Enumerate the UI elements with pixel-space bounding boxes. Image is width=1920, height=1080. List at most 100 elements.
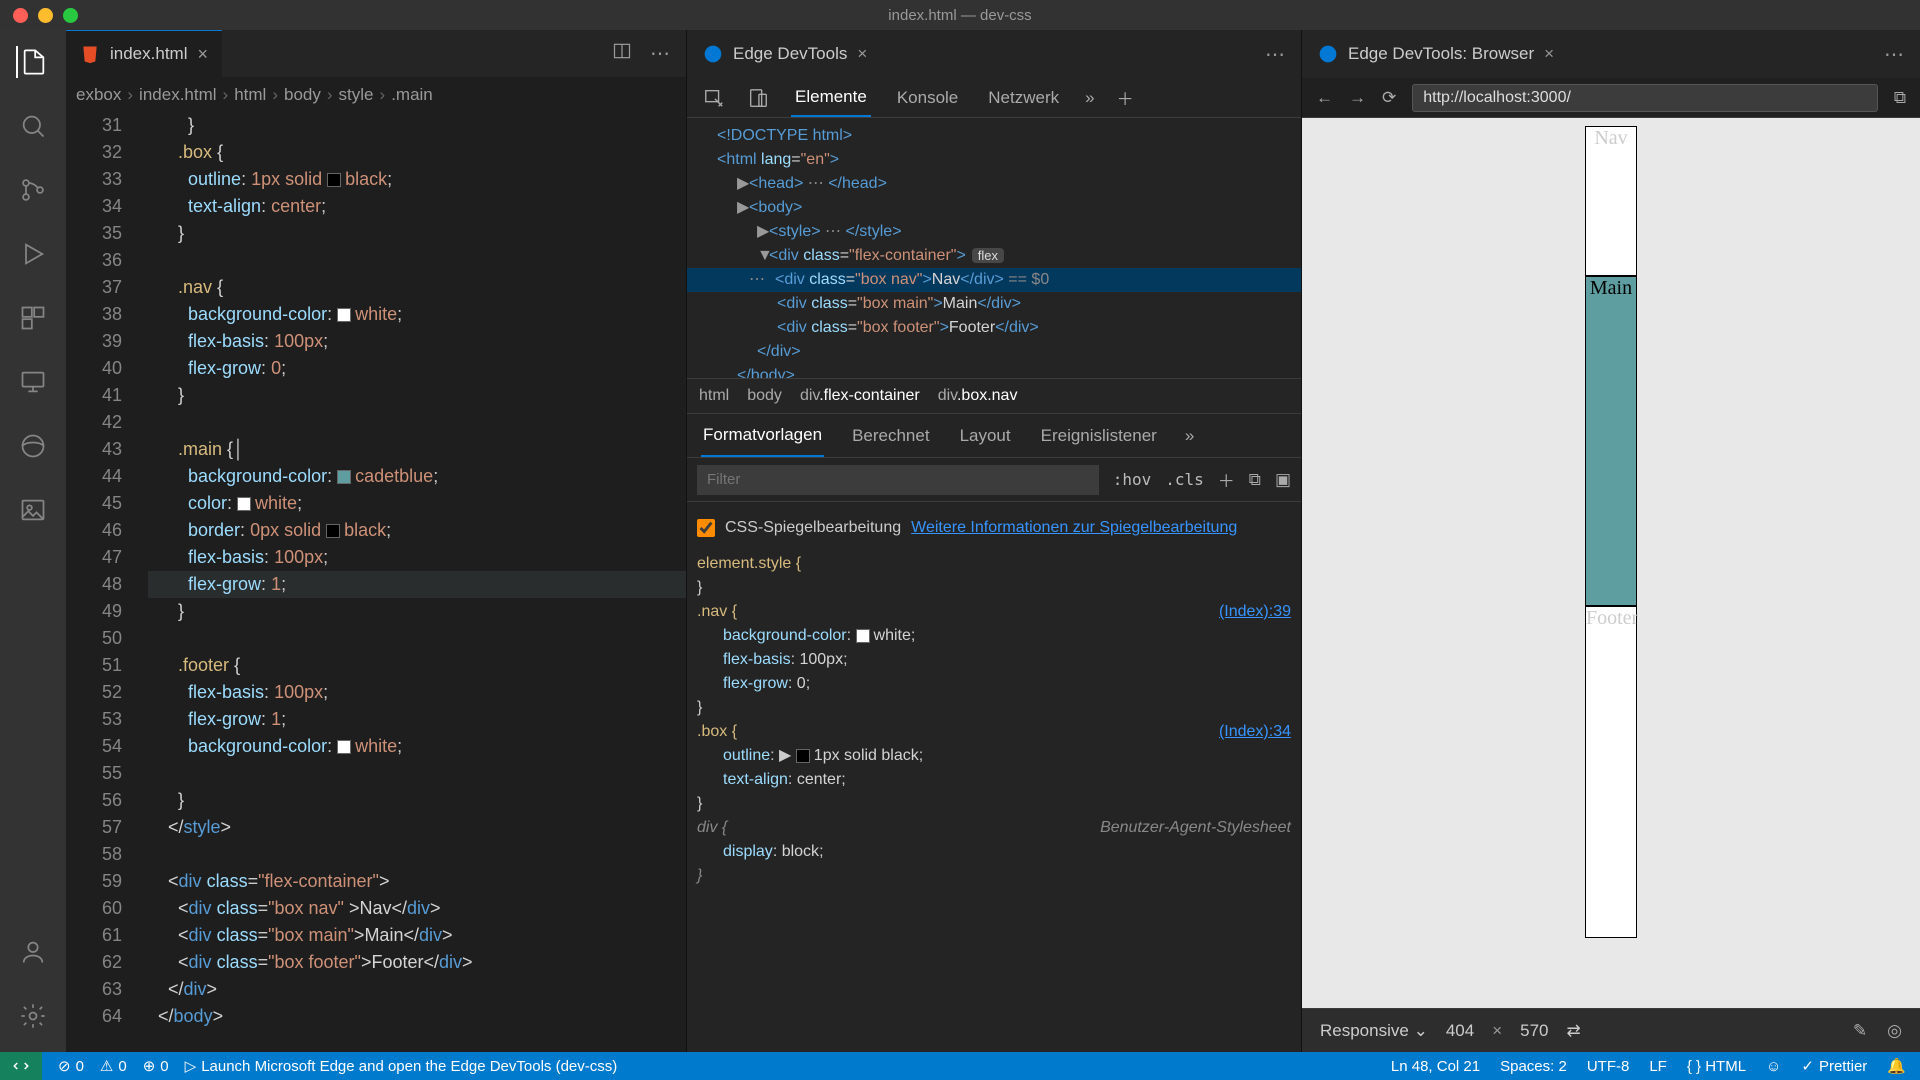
window-titlebar: index.html — dev-css <box>0 0 1920 30</box>
browser-pane: Edge DevTools: Browser × ⋯ ← → ⟳ ⧉ Nav M… <box>1301 30 1920 1052</box>
extensions-icon[interactable] <box>17 302 49 334</box>
editor-tab-index[interactable]: index.html × <box>66 30 222 78</box>
encoding[interactable]: UTF-8 <box>1587 1058 1630 1075</box>
browser-navbar: ← → ⟳ ⧉ <box>1302 78 1920 118</box>
edge-icon <box>1318 44 1338 64</box>
dom-crumb[interactable]: body <box>747 387 782 405</box>
cursor-position[interactable]: Ln 48, Col 21 <box>1391 1058 1480 1075</box>
breadcrumb-item[interactable]: body <box>284 85 321 105</box>
filter-input[interactable] <box>697 465 1099 495</box>
more-icon[interactable]: ⋯ <box>650 41 672 66</box>
errors-count[interactable]: ⊘ 0 <box>58 1057 84 1075</box>
breadcrumb-item[interactable]: style <box>339 85 374 105</box>
network-tab[interactable]: Netzwerk <box>984 80 1063 116</box>
chevron-right-icon[interactable]: » <box>1085 88 1094 108</box>
browser-tab[interactable]: Edge DevTools: Browser × <box>1302 30 1570 78</box>
code-editor[interactable]: 3132333435363738394041424344454647484950… <box>66 112 686 1052</box>
viewport-height[interactable]: 570 <box>1520 1021 1548 1041</box>
dom-crumb[interactable]: div.flex-container <box>800 387 920 405</box>
account-icon[interactable] <box>17 936 49 968</box>
breadcrumb-item[interactable]: index.html <box>139 85 216 105</box>
style-subtab[interactable]: Formatvorlagen <box>701 415 824 457</box>
style-subtab[interactable]: Berechnet <box>850 416 932 456</box>
split-editor-icon[interactable] <box>612 41 632 66</box>
mirror-info-link[interactable]: Weitere Informationen zur Spiegelbearbei… <box>911 516 1237 540</box>
breadcrumb-item[interactable]: .main <box>391 85 433 105</box>
forward-icon[interactable]: → <box>1349 88 1366 108</box>
dimension-x: × <box>1492 1021 1502 1041</box>
edge-icon <box>703 44 723 64</box>
search-icon[interactable] <box>17 110 49 142</box>
ports-count[interactable]: ⊕ 0 <box>143 1057 169 1075</box>
style-subtab[interactable]: Ereignislistener <box>1039 416 1159 456</box>
window-title: index.html — dev-css <box>888 7 1031 24</box>
settings-icon[interactable]: ◎ <box>1887 1021 1902 1041</box>
close-icon[interactable]: × <box>197 44 208 65</box>
box-icon[interactable]: ▣ <box>1275 470 1291 490</box>
tab-label: index.html <box>110 44 187 64</box>
breadcrumb[interactable]: exbox›index.html›html›body›style›.main <box>66 78 686 112</box>
edge-icon[interactable] <box>17 430 49 462</box>
remote-explorer-icon[interactable] <box>17 366 49 398</box>
inspect-icon[interactable] <box>703 87 725 109</box>
dom-crumb[interactable]: html <box>699 387 729 405</box>
reload-icon[interactable]: ⟳ <box>1382 88 1396 108</box>
devtools-tab[interactable]: Edge DevTools × <box>687 30 883 78</box>
preview-main-box: Main <box>1585 276 1637 606</box>
styles-pane[interactable]: CSS-Spiegelbearbeitung Weitere Informati… <box>687 502 1301 1052</box>
devtools-tab-label: Edge DevTools <box>733 44 847 64</box>
cls-toggle[interactable]: .cls <box>1165 470 1204 489</box>
url-input[interactable] <box>1412 84 1878 112</box>
mirror-label: CSS-Spiegelbearbeitung <box>725 516 901 540</box>
dom-crumb[interactable]: div.box.nav <box>938 387 1018 405</box>
plus-icon[interactable]: ＋ <box>1218 467 1235 492</box>
styles-subtabs: Formatvorlagen Berechnet Layout Ereignislis… <box>687 414 1301 458</box>
back-icon[interactable]: ← <box>1316 88 1333 108</box>
chevron-right-icon[interactable]: » <box>1185 426 1194 446</box>
elements-tab[interactable]: Elemente <box>791 79 871 117</box>
run-debug-icon[interactable] <box>17 238 49 270</box>
more-icon[interactable]: ⋯ <box>1884 44 1906 66</box>
pin-icon[interactable]: ⧉ <box>1249 470 1261 490</box>
rotate-icon[interactable]: ⇄ <box>1567 1021 1581 1041</box>
window-controls <box>0 8 78 23</box>
more-icon[interactable]: ⋯ <box>1265 44 1287 66</box>
launch-edge-button[interactable]: ▷ Launch Microsoft Edge and open the Edg… <box>185 1057 618 1075</box>
dom-tree[interactable]: <!DOCTYPE html><html lang="en">▶<head> ⋯… <box>687 118 1301 378</box>
chevron-down-icon: ⌄ <box>1414 1021 1428 1040</box>
device-icon[interactable] <box>747 87 769 109</box>
live-share-icon[interactable]: ☺ <box>1766 1058 1781 1075</box>
settings-gear-icon[interactable] <box>17 1000 49 1032</box>
warnings-count[interactable]: ⚠ 0 <box>100 1057 127 1075</box>
plus-icon[interactable]: ＋ <box>1117 85 1134 110</box>
dom-breadcrumb[interactable]: html body div.flex-container div.box.nav <box>687 378 1301 414</box>
hov-toggle[interactable]: :hov <box>1113 470 1152 489</box>
eol[interactable]: LF <box>1649 1058 1667 1075</box>
viewport-width[interactable]: 404 <box>1446 1021 1474 1041</box>
indent-setting[interactable]: Spaces: 2 <box>1500 1058 1567 1075</box>
breadcrumb-item[interactable]: html <box>234 85 266 105</box>
preview-footer-box: Footer <box>1585 606 1637 938</box>
close-window-button[interactable] <box>13 8 28 23</box>
mirror-checkbox[interactable] <box>697 519 715 537</box>
screenshot-icon[interactable]: ✎ <box>1853 1021 1867 1041</box>
source-control-icon[interactable] <box>17 174 49 206</box>
device-toolbar: Responsive ⌄ 404 × 570 ⇄ ✎ ◎ <box>1302 1008 1920 1052</box>
console-tab[interactable]: Konsole <box>893 80 962 116</box>
minimize-window-button[interactable] <box>38 8 53 23</box>
explorer-icon[interactable] <box>16 46 48 78</box>
prettier-status[interactable]: ✓ Prettier <box>1801 1057 1867 1075</box>
notifications-icon[interactable]: 🔔 <box>1887 1057 1906 1075</box>
device-select[interactable]: Responsive ⌄ <box>1320 1021 1428 1041</box>
breadcrumb-item[interactable]: exbox <box>76 85 121 105</box>
remote-button[interactable] <box>0 1052 42 1080</box>
styles-filter-row: :hov .cls ＋ ⧉ ▣ <box>687 458 1301 502</box>
close-icon[interactable]: × <box>857 44 867 64</box>
language-mode[interactable]: { } HTML <box>1687 1058 1746 1075</box>
style-subtab[interactable]: Layout <box>958 416 1013 456</box>
status-bar: ⊘ 0 ⚠ 0 ⊕ 0 ▷ Launch Microsoft Edge and … <box>0 1052 1920 1080</box>
image-icon[interactable] <box>17 494 49 526</box>
open-external-icon[interactable]: ⧉ <box>1894 88 1906 108</box>
maximize-window-button[interactable] <box>63 8 78 23</box>
close-icon[interactable]: × <box>1544 44 1554 64</box>
